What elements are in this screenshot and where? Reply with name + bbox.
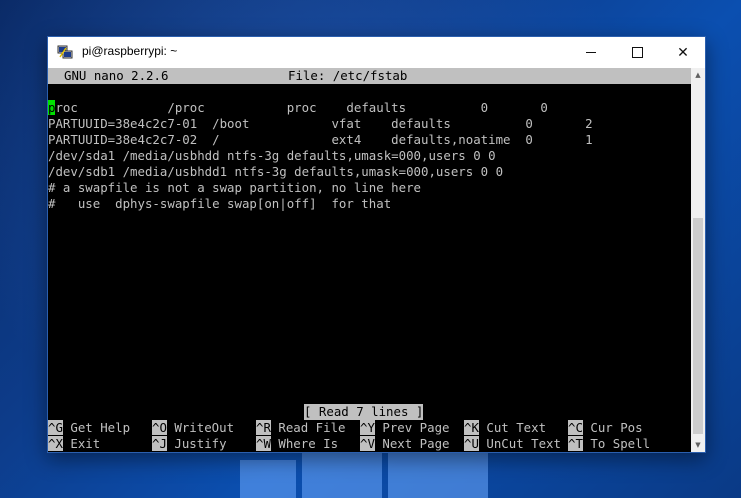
shortcut-get-help[interactable]: ^G Get Help: [48, 420, 130, 436]
shortcut-label: Prev Page: [374, 420, 450, 435]
shortcut-key: ^Y: [360, 420, 375, 435]
scrollbar-thumb[interactable]: [693, 218, 703, 434]
shortcut-where-is[interactable]: ^W Where Is: [256, 436, 338, 452]
file-line-4: /dev/sda1 /media/usbhdd ntfs-3g defaults…: [48, 148, 496, 163]
shortcut-label: Where Is: [270, 436, 339, 451]
file-line-3: PARTUUID=38e4c2c7-02 / ext4 defaults,noa…: [48, 132, 593, 147]
vertical-scrollbar[interactable]: ▲ ▼: [691, 68, 705, 452]
file-line-1-text: roc /proc proc defaults 0 0: [55, 100, 548, 115]
close-icon: ✕: [677, 44, 689, 61]
shortcut-label: Justify: [166, 436, 227, 451]
file-line-6: # a swapfile is not a swap partition, no…: [48, 180, 421, 195]
status-message: [ Read 7 lines ]: [304, 404, 424, 420]
shortcut-label: Get Help: [62, 420, 131, 435]
minimize-button[interactable]: [568, 37, 614, 68]
shortcut-key: ^U: [464, 436, 479, 451]
shortcut-key: ^V: [360, 436, 375, 451]
shortcut-writeout[interactable]: ^O WriteOut: [152, 420, 234, 436]
shortcut-key: ^K: [464, 420, 479, 435]
shortcut-label: To Spell: [582, 436, 651, 451]
nano-header-bar: GNU nano 2.2.6 File: /etc/fstab: [48, 68, 691, 84]
shortcut-label: Next Page: [374, 436, 450, 451]
scroll-up-arrow-icon[interactable]: ▲: [691, 68, 705, 82]
terminal-area[interactable]: GNU nano 2.2.6 File: /etc/fstab proc /pr…: [48, 68, 691, 452]
shortcut-prev-page[interactable]: ^Y Prev Page: [360, 420, 450, 436]
shortcut-label: Read File: [270, 420, 346, 435]
file-line-5: /dev/sdb1 /media/usbhdd1 ntfs-3g default…: [48, 164, 504, 179]
shortcut-key: ^O: [152, 420, 167, 435]
scroll-down-arrow-icon[interactable]: ▼: [691, 438, 705, 452]
scrollbar-track-upper[interactable]: [693, 84, 703, 188]
minimize-icon: [586, 52, 596, 53]
shortcut-cut-text[interactable]: ^K Cut Text: [464, 420, 546, 436]
shortcut-exit[interactable]: ^X Exit: [48, 436, 100, 452]
nano-filename: File: /etc/fstab: [288, 68, 408, 83]
shortcut-label: UnCut Text: [478, 436, 561, 451]
nano-version: GNU nano 2.2.6: [64, 68, 169, 83]
shortcut-uncut-text[interactable]: ^U UnCut Text: [464, 436, 561, 452]
shortcut-key: ^X: [48, 436, 63, 451]
putty-app-icon[interactable]: [57, 44, 73, 60]
shortcut-next-page[interactable]: ^V Next Page: [360, 436, 450, 452]
shortcut-label: Cur Pos: [582, 420, 643, 435]
shortcut-cur-pos[interactable]: ^C Cur Pos: [568, 420, 643, 436]
shortcut-label: Exit: [62, 436, 101, 451]
shortcut-key: ^J: [152, 436, 167, 451]
shortcut-label: WriteOut: [166, 420, 235, 435]
shortcut-to-spell[interactable]: ^T To Spell: [568, 436, 650, 452]
shortcut-key: ^G: [48, 420, 63, 435]
shortcut-key: ^C: [568, 420, 583, 435]
file-line-1: proc /proc proc defaults 0 0: [48, 100, 548, 116]
close-button[interactable]: ✕: [660, 37, 706, 68]
title-bar[interactable]: pi@raspberrypi: ~ ✕: [48, 37, 705, 68]
file-line-7: # use dphys-swapfile swap[on|off] for th…: [48, 196, 392, 211]
file-line-2: PARTUUID=38e4c2c7-01 /boot vfat defaults…: [48, 116, 593, 131]
shortcut-justify[interactable]: ^J Justify: [152, 436, 227, 452]
window-title: pi@raspberrypi: ~: [82, 44, 178, 58]
maximize-icon: [631, 47, 643, 58]
shortcut-key: ^R: [256, 420, 271, 435]
putty-window[interactable]: pi@raspberrypi: ~ ✕ GNU nano 2.2.6 File:…: [47, 36, 706, 453]
shortcut-read-file[interactable]: ^R Read File: [256, 420, 346, 436]
maximize-button[interactable]: [614, 37, 660, 68]
shortcut-label: Cut Text: [478, 420, 547, 435]
shortcut-key: ^W: [256, 436, 271, 451]
shortcut-key: ^T: [568, 436, 583, 451]
